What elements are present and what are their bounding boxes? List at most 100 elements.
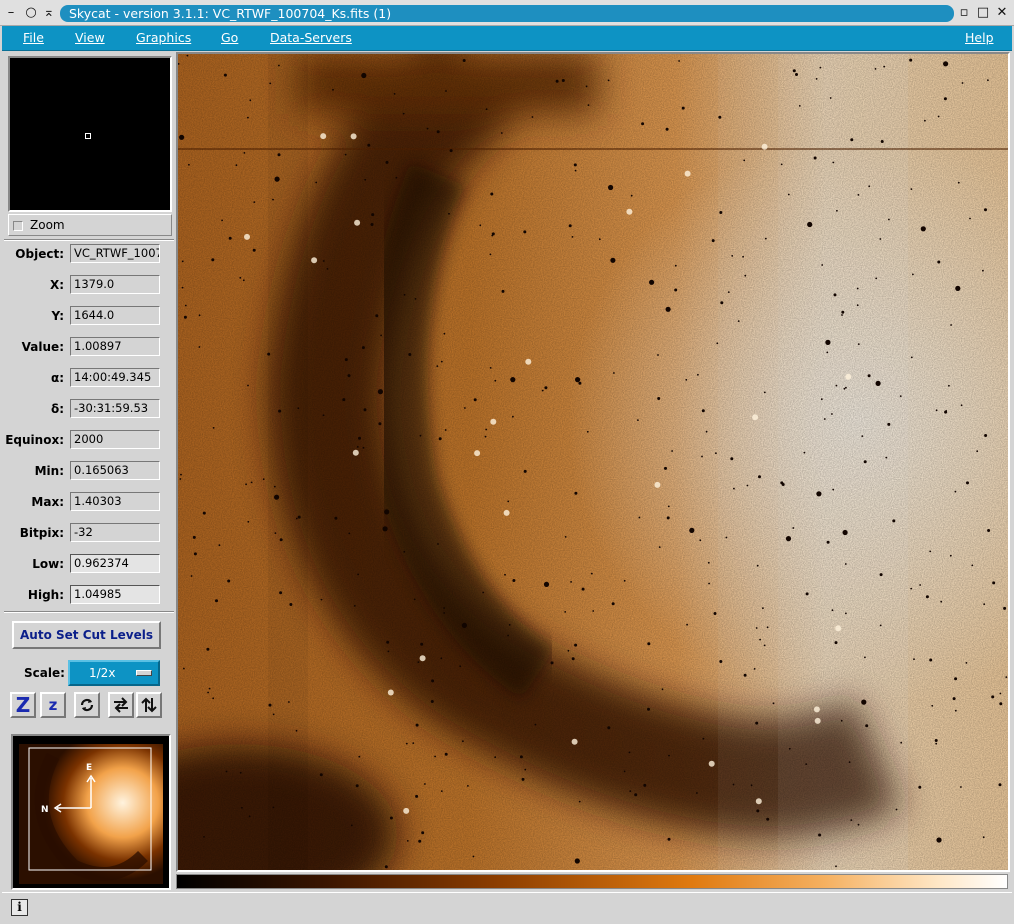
star [482, 591, 485, 594]
field-label: Y: [51, 309, 64, 323]
zoom-checkbox[interactable] [13, 221, 23, 231]
star [598, 238, 601, 241]
zoom-in-button[interactable]: Z [10, 692, 36, 718]
star [788, 747, 791, 750]
star [895, 808, 898, 811]
info-icon[interactable]: i [11, 899, 28, 916]
menu-view[interactable]: View [75, 30, 105, 45]
field-label: δ: [50, 402, 64, 416]
zoom-in-icon: Z [15, 693, 31, 717]
star [936, 837, 942, 843]
menu-graphics[interactable]: Graphics [136, 30, 191, 45]
maximize-icon[interactable]: □ [974, 4, 992, 22]
star [567, 649, 570, 652]
close-icon[interactable]: ✕ [993, 4, 1011, 22]
star [371, 213, 375, 217]
panner-view[interactable]: E N [11, 734, 171, 890]
star [421, 831, 425, 835]
star [671, 450, 673, 452]
bright-star [525, 358, 532, 365]
star [228, 236, 232, 240]
window-menu-icon[interactable]: – [2, 4, 20, 22]
star [719, 211, 723, 214]
star [960, 786, 962, 788]
star [641, 122, 645, 126]
star [581, 587, 585, 591]
star [647, 642, 651, 646]
star [405, 742, 408, 745]
star [184, 304, 187, 307]
star [705, 430, 708, 433]
star [273, 485, 276, 488]
star [987, 529, 991, 532]
star [848, 761, 851, 763]
star [750, 784, 753, 787]
star [426, 127, 429, 130]
star [829, 97, 832, 99]
star [630, 194, 633, 197]
scale-value: 1/2x [89, 666, 116, 680]
star [628, 751, 631, 754]
star [647, 707, 650, 711]
star [805, 592, 809, 596]
zoom-out-button[interactable]: z [40, 692, 66, 718]
star [868, 185, 871, 188]
bright-star [684, 170, 691, 177]
rotate-button[interactable] [74, 692, 100, 718]
star [857, 343, 860, 345]
star [701, 455, 703, 458]
star [269, 82, 272, 85]
panner-image: E N [13, 736, 169, 888]
star [385, 160, 389, 164]
flip-y-button[interactable] [136, 692, 162, 718]
star [819, 66, 822, 69]
star [507, 500, 510, 503]
restore-icon[interactable]: ○ [22, 4, 40, 22]
pin-icon[interactable]: ⌅ [40, 4, 58, 22]
menu-data-servers[interactable]: Data-Servers [270, 30, 352, 45]
colormap-bar[interactable] [176, 874, 1008, 889]
shade-icon[interactable]: ▫ [955, 4, 973, 22]
cut-level-input[interactable]: 1.04985 [70, 585, 160, 604]
field-row: Low: 0.962374 [2, 554, 176, 576]
star [462, 59, 466, 62]
star [436, 365, 439, 367]
star [935, 409, 938, 412]
zoom-view[interactable] [8, 56, 172, 212]
star [277, 153, 281, 157]
menu-help[interactable]: Help [965, 30, 994, 45]
auto-set-cut-levels-button[interactable]: Auto Set Cut Levels [12, 621, 161, 649]
star [661, 688, 664, 691]
star [274, 176, 280, 182]
scale-select[interactable]: 1/2x [68, 660, 160, 686]
cut-level-input[interactable]: 0.962374 [70, 554, 160, 573]
zoom-toggle[interactable]: Zoom [8, 214, 172, 236]
star [845, 386, 847, 389]
star [212, 697, 215, 700]
star [434, 755, 436, 758]
star [208, 687, 211, 690]
star [840, 719, 843, 722]
star [832, 488, 835, 491]
star [674, 288, 678, 292]
star [950, 324, 952, 326]
star [887, 422, 891, 426]
star [592, 610, 595, 612]
star [940, 600, 943, 603]
image-canvas[interactable] [176, 52, 1010, 872]
menu-file[interactable]: File [23, 30, 44, 45]
menu-go[interactable]: Go [221, 30, 238, 45]
star [925, 595, 929, 599]
star [521, 777, 525, 781]
star [417, 661, 420, 663]
star [879, 624, 882, 627]
field-row: Value: 1.00897 [2, 337, 176, 359]
star [929, 550, 932, 553]
divider [4, 239, 174, 241]
star [934, 739, 938, 742]
star [250, 481, 253, 484]
star [638, 516, 641, 519]
star [440, 790, 443, 792]
star [440, 657, 443, 660]
flip-x-button[interactable] [108, 692, 134, 718]
